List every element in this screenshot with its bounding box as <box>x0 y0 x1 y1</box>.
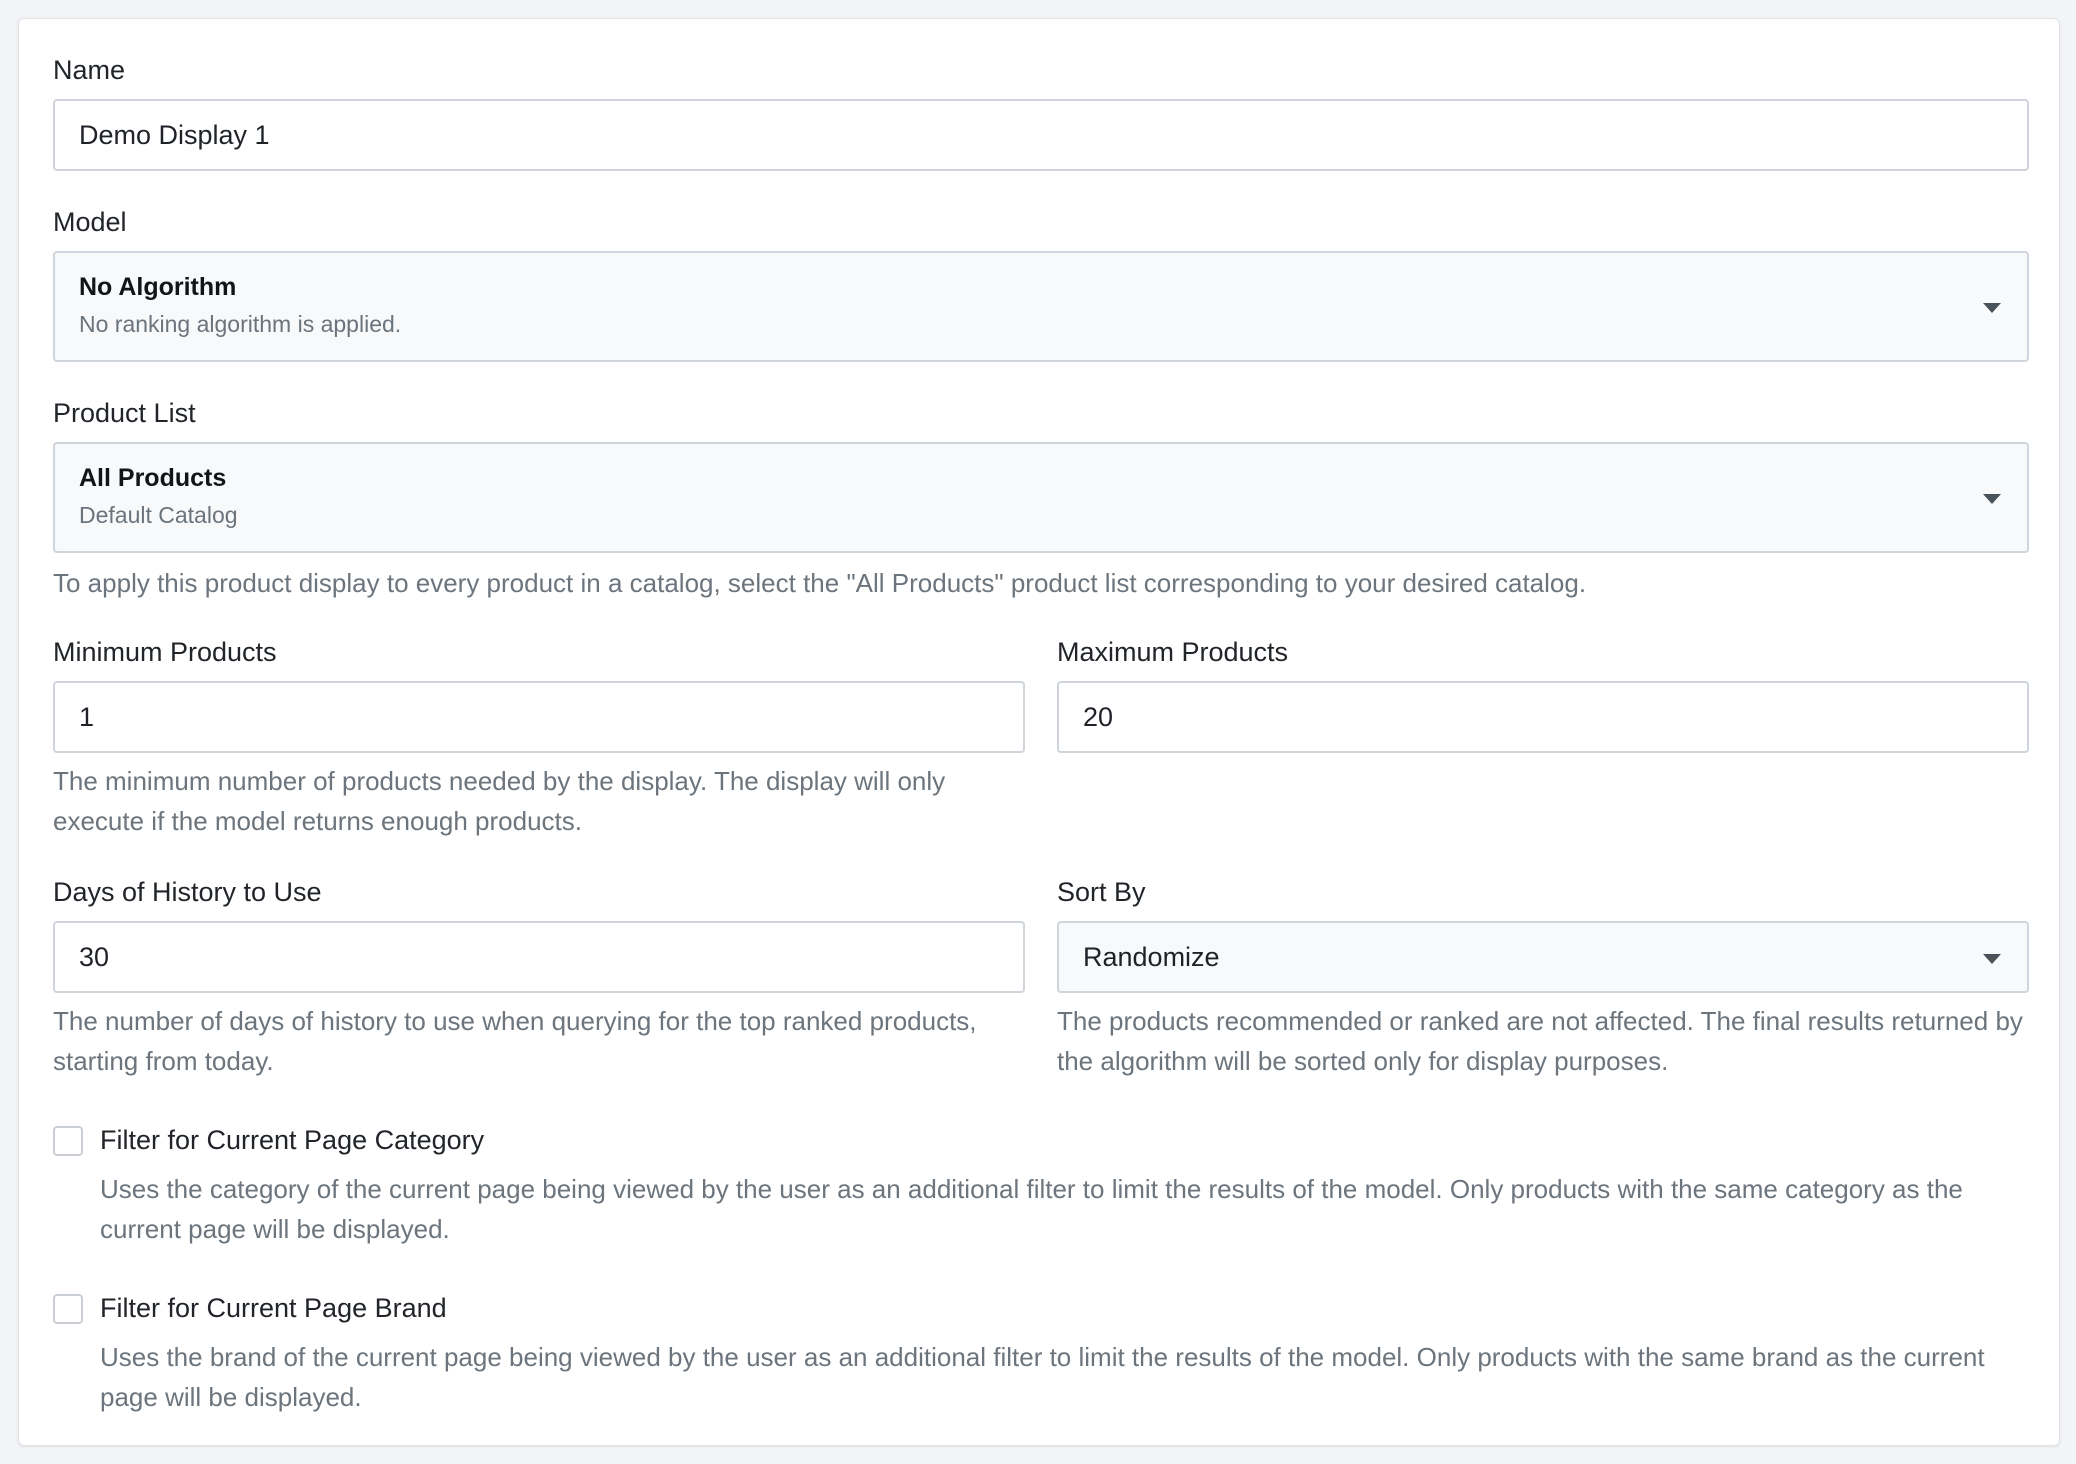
filter-category-checkbox[interactable] <box>53 1126 83 1156</box>
days-history-value: 30 <box>79 942 110 972</box>
max-products-label: Maximum Products <box>1057 637 1289 667</box>
days-history-help: The number of days of history to use whe… <box>53 1006 977 1076</box>
model-selected-subtitle: No ranking algorithm is applied. <box>79 311 402 337</box>
sort-by-value: Randomize <box>1083 942 1220 972</box>
display-settings-card: Name Demo Display 1 Model No Algorithm N… <box>18 18 2060 1446</box>
product-list-help: To apply this product display to every p… <box>53 568 1587 598</box>
chevron-down-icon <box>1983 494 2001 504</box>
name-input-value: Demo Display 1 <box>79 120 270 150</box>
filter-brand-help: Uses the brand of the current page being… <box>100 1342 1985 1412</box>
min-products-value: 1 <box>79 702 95 732</box>
product-list-selected-title: All Products <box>79 464 227 492</box>
days-history-input[interactable]: 30 <box>53 921 1025 993</box>
name-label: Name <box>53 55 126 85</box>
filter-brand-label[interactable]: Filter for Current Page Brand <box>100 1291 447 1325</box>
product-list-selected-subtitle: Default Catalog <box>79 502 238 528</box>
min-products-label: Minimum Products <box>53 637 277 667</box>
model-select[interactable]: No Algorithm No ranking algorithm is app… <box>53 251 2029 362</box>
product-list-select[interactable]: All Products Default Catalog <box>53 442 2029 553</box>
model-label: Model <box>53 207 127 237</box>
filter-brand-checkbox[interactable] <box>53 1294 83 1324</box>
filter-category-label[interactable]: Filter for Current Page Category <box>100 1123 484 1157</box>
days-history-label: Days of History to Use <box>53 877 322 907</box>
model-selected-title: No Algorithm <box>79 273 237 301</box>
chevron-down-icon <box>1983 954 2001 964</box>
sort-by-select[interactable]: Randomize <box>1057 921 2029 993</box>
min-products-input[interactable]: 1 <box>53 681 1025 753</box>
filter-category-help: Uses the category of the current page be… <box>100 1174 1963 1244</box>
min-products-help: The minimum number of products needed by… <box>53 766 946 836</box>
product-list-label: Product List <box>53 398 196 428</box>
chevron-down-icon <box>1983 303 2001 313</box>
max-products-input[interactable]: 20 <box>1057 681 2029 753</box>
sort-by-label: Sort By <box>1057 877 1146 907</box>
sort-by-help: The products recommended or ranked are n… <box>1057 1006 2023 1076</box>
max-products-value: 20 <box>1083 702 1114 732</box>
name-input[interactable]: Demo Display 1 <box>53 99 2029 171</box>
